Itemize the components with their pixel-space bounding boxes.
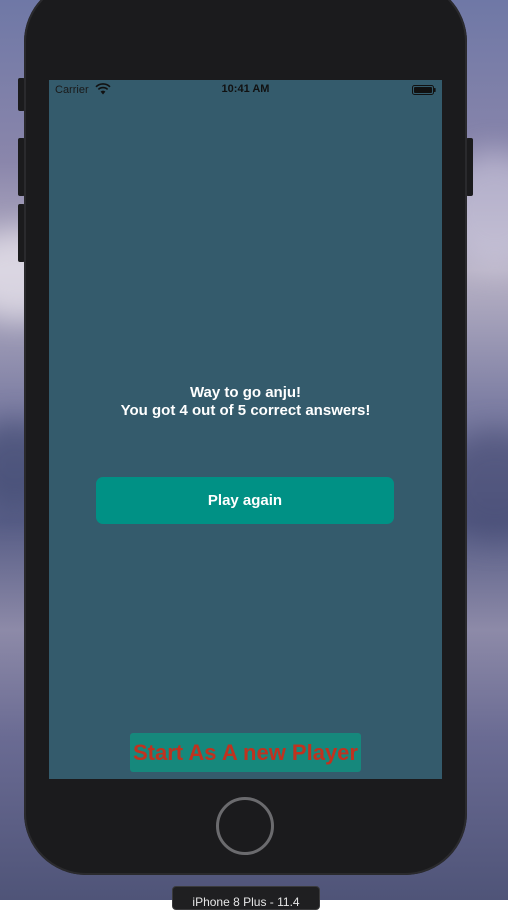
new-player-button[interactable]: Start As A new Player — [130, 733, 361, 772]
power-button — [466, 138, 473, 196]
status-bar: Carrier 10:41 AM — [49, 80, 442, 100]
congrats-text: Way to go anju! — [189, 384, 302, 401]
simulator-device-label: iPhone 8 Plus - 11.4 — [172, 886, 320, 910]
battery-icon — [412, 85, 436, 95]
play-again-button[interactable]: Play again — [96, 477, 394, 524]
score-text: You got 4 out of 5 correct answers! — [120, 402, 371, 419]
result-message: Way to go anju! You got 4 out of 5 corre… — [49, 384, 442, 420]
home-button[interactable] — [216, 797, 274, 855]
app-screen: Carrier 10:41 AM Way to go anju! You got… — [49, 80, 442, 779]
status-time: 10:41 AM — [221, 83, 270, 95]
